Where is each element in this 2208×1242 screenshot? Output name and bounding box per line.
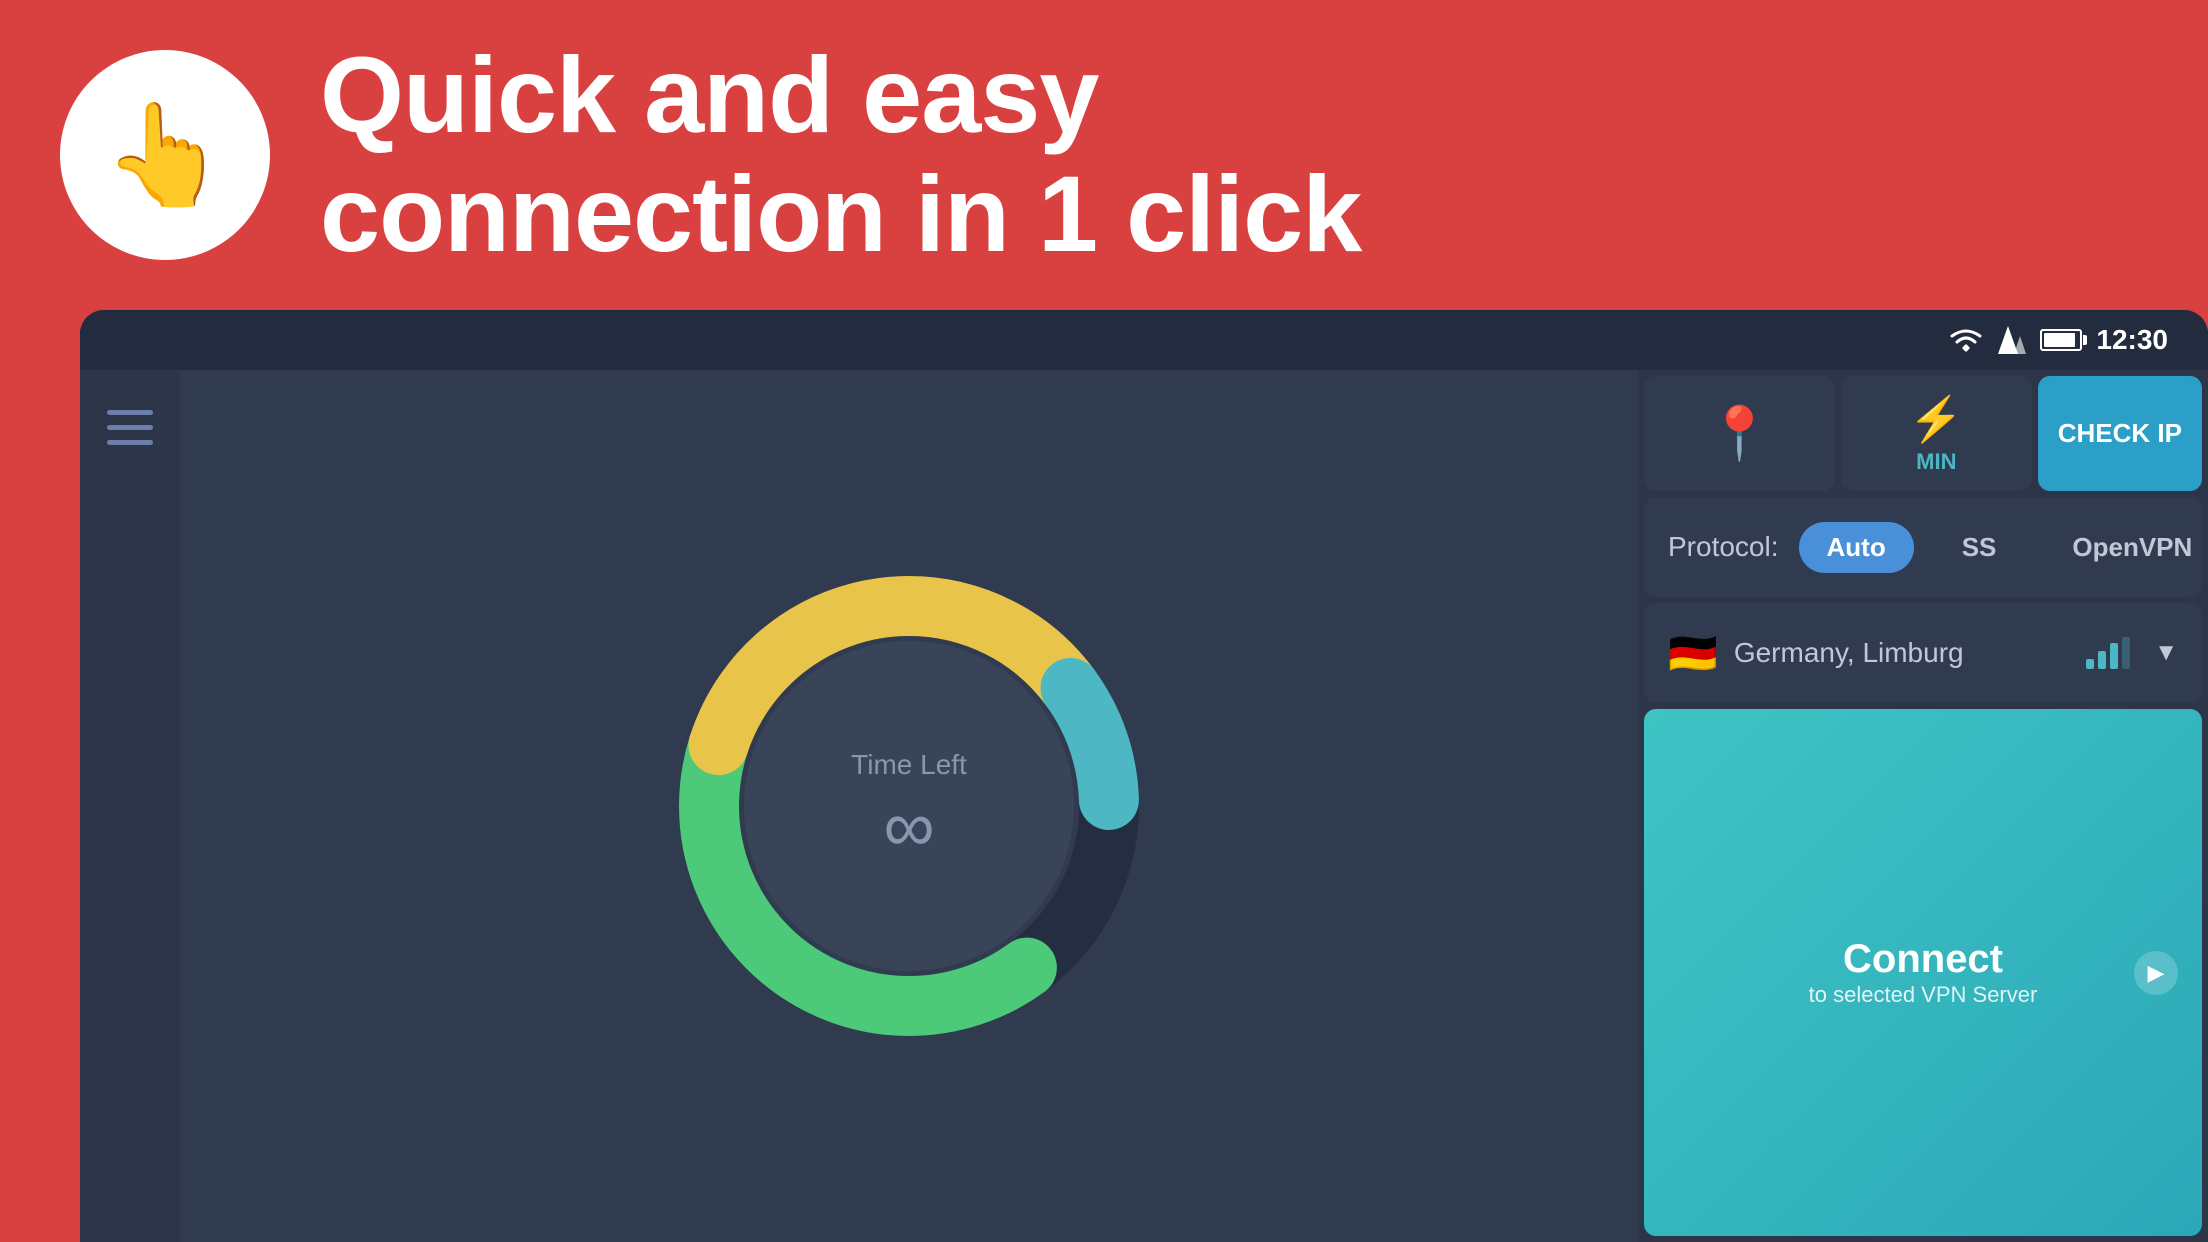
connect-subtext: to selected VPN Server (1809, 982, 2038, 1008)
donut-chart: Time Left ∞ (649, 546, 1169, 1066)
top-buttons-row: 📍 ⚡ MIN CHECK IP (1644, 376, 2202, 491)
connect-arrow-icon: ▶ (2134, 951, 2178, 995)
status-bar: 12:30 (80, 310, 2208, 370)
check-ip-button[interactable]: CHECK IP (2038, 376, 2202, 491)
app-content: Time Left ∞ 📍 ⚡ MIN CHECK IP (80, 370, 2208, 1242)
protocol-label: Protocol: (1668, 531, 1779, 563)
connect-label: Connect (1843, 937, 2003, 982)
donut-center: Time Left ∞ (779, 749, 1039, 863)
signal-bar-2 (2098, 651, 2106, 669)
dropdown-arrow-icon: ▼ (2154, 639, 2178, 667)
signal-bar-1 (2086, 659, 2094, 669)
speed-button[interactable]: ⚡ MIN (1841, 376, 2032, 491)
sidebar (80, 370, 180, 1242)
signal-bar-4 (2122, 637, 2130, 669)
finger-icon: 👆 (60, 50, 270, 260)
signal-bars (2086, 637, 2130, 669)
header-section: 👆 Quick and easy connection in 1 click (0, 0, 2208, 310)
right-panel: 📍 ⚡ MIN CHECK IP Protocol: Auto SS OpenV… (1638, 370, 2208, 1242)
headline-line2: connection in 1 click (320, 155, 1361, 274)
protocol-ss-button[interactable]: SS (1934, 522, 2025, 573)
country-flag: 🇩🇪 (1668, 630, 1718, 677)
location-icon: 📍 (1707, 403, 1772, 464)
headline-line1: Quick and easy (320, 36, 1361, 155)
status-time: 12:30 (2096, 324, 2168, 356)
status-icons: 12:30 (1948, 324, 2168, 356)
protocol-row: Protocol: Auto SS OpenVPN (1644, 497, 2202, 597)
hamburger-line-1 (107, 410, 153, 415)
device-screen: 12:30 (80, 310, 2208, 1242)
lightning-icon: ⚡ (1909, 393, 1964, 445)
time-left-label: Time Left (779, 749, 1039, 781)
infinity-symbol: ∞ (779, 791, 1039, 863)
signal-icon (1998, 326, 2026, 354)
battery-icon (2040, 329, 2082, 351)
protocol-auto-button[interactable]: Auto (1799, 522, 1914, 573)
wifi-icon (1948, 326, 1984, 354)
main-panel: Time Left ∞ (180, 370, 1638, 1242)
hamburger-menu[interactable] (107, 410, 153, 445)
hamburger-line-3 (107, 440, 153, 445)
server-selector[interactable]: 🇩🇪 Germany, Limburg ▼ (1644, 603, 2202, 703)
check-ip-label: CHECK IP (2058, 418, 2182, 449)
speed-label: MIN (1916, 449, 1956, 475)
hamburger-line-2 (107, 425, 153, 430)
server-name: Germany, Limburg (1734, 637, 2070, 669)
protocol-openvpn-button[interactable]: OpenVPN (2044, 522, 2208, 573)
connect-button[interactable]: Connect to selected VPN Server ▶ (1644, 709, 2202, 1236)
location-button[interactable]: 📍 (1644, 376, 1835, 491)
signal-bar-3 (2110, 643, 2118, 669)
headline: Quick and easy connection in 1 click (320, 36, 1361, 274)
